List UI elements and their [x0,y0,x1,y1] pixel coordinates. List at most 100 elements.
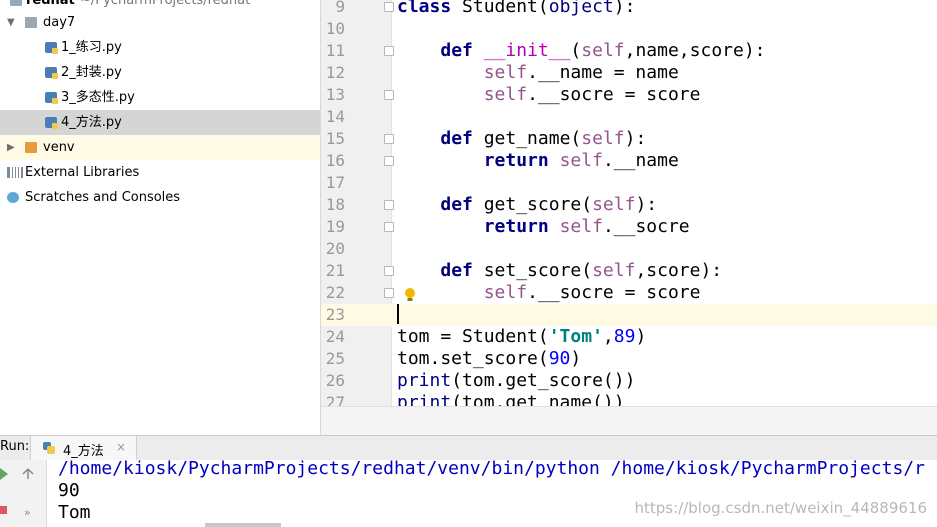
tree-row-scratches[interactable]: Scratches and Consoles [0,185,320,210]
line-number: 11 [325,41,345,60]
folder-icon [10,0,22,6]
code-line[interactable]: 24 tom = Student('Tom',89) [321,326,937,348]
code-line[interactable]: 25 tom.set_score(90) [321,348,937,370]
code-text: return self.__socre [483,216,690,237]
code-text: tom = Student('Tom',89) [397,326,647,347]
fold-marker-icon[interactable] [384,200,394,210]
chevron-right-icon[interactable]: ▶ [7,135,15,160]
code-line[interactable]: 13 self.__socre = score [321,84,937,106]
line-number: 27 [325,393,345,406]
code-line[interactable]: 20 [321,238,937,260]
line-number: 25 [325,349,345,368]
line-number: 13 [325,85,345,104]
code-line-current[interactable]: 23 [321,304,937,326]
tree-row-file-2[interactable]: 2_封装.py [0,60,320,85]
code-text: tom.set_score(90) [397,348,582,369]
code-text: self.__socre = score [483,84,701,105]
fold-marker-icon[interactable] [384,222,394,232]
rerun-icon[interactable] [0,468,8,480]
tree-row-file-4[interactable]: 4_方法.py [0,110,320,135]
code-text: def __init__(self,name,score): [440,40,766,61]
editor-scroll-area[interactable] [321,406,937,436]
tree-row-venv[interactable]: ▶ venv [0,135,320,160]
console-line-output: 90 [58,480,80,501]
chevron-down-icon[interactable]: ▼ [7,10,15,35]
fold-marker-icon[interactable] [384,46,394,56]
library-icon [7,167,23,178]
line-number: 19 [325,217,345,236]
code-line[interactable]: 14 [321,106,937,128]
tree-row-file-1[interactable]: 1_练习.py [0,35,320,60]
line-number: 10 [325,19,345,38]
code-text: print(tom.get_score()) [397,370,636,391]
console-line-output: Tom [58,502,91,523]
code-line[interactable]: 18 def get_score(self): [321,194,937,216]
fold-marker-icon[interactable] [384,288,394,298]
code-editor[interactable]: 9 class Student(object): 10 11 def __ini… [321,0,937,406]
line-number: 23 [325,305,345,324]
python-file-icon [45,67,58,79]
line-number: 9 [335,0,345,16]
code-line[interactable]: 10 [321,18,937,40]
tree-row-label: 3_多态性.py [61,90,135,105]
code-line[interactable]: 16 return self.__name [321,150,937,172]
chevron-double-right-icon[interactable]: » [24,506,31,519]
tree-row-label: day7 [43,15,76,30]
line-number: 16 [325,151,345,170]
tree-row-label: External Libraries [25,165,140,180]
tree-row-label: 1_练习.py [61,40,122,55]
code-line[interactable]: 26 print(tom.get_score()) [321,370,937,392]
run-toolbar: » [0,460,47,527]
code-line[interactable]: 9 class Student(object): [321,0,937,18]
line-number: 24 [325,327,345,346]
code-line[interactable]: 11 def __init__(self,name,score): [321,40,937,62]
close-icon[interactable]: × [116,440,126,454]
line-number: 26 [325,371,345,390]
fold-marker-icon[interactable] [384,134,394,144]
run-tab-label: 4_方法 [63,444,104,459]
console-line-command: /home/kiosk/PycharmProjects/redhat/venv/… [58,460,925,479]
tree-row-label: venv [43,140,75,155]
line-number: 20 [325,239,345,258]
run-label: Run: [0,439,30,454]
tree-row-file-3[interactable]: 3_多态性.py [0,85,320,110]
run-scrollbar[interactable] [205,523,281,527]
code-line[interactable]: 12 self.__name = name [321,62,937,84]
tree-row-label: Scratches and Consoles [25,190,181,205]
fold-marker-icon[interactable] [384,156,394,166]
folder-icon [25,142,37,153]
code-line[interactable]: 15 def get_name(self): [321,128,937,150]
code-text: self.__name = name [483,62,679,83]
folder-icon [25,17,37,28]
python-file-icon [45,42,58,54]
code-text: print(tom.get_name()) [397,392,625,406]
run-tab-4-method[interactable]: 4_方法 × [30,436,137,460]
fold-marker-icon[interactable] [384,90,394,100]
code-line[interactable]: 21 def set_score(self,score): [321,260,937,282]
line-number: 15 [325,129,345,148]
tree-row-day7[interactable]: ▼ day7 [0,10,320,35]
tree-row-external-libraries[interactable]: External Libraries [0,160,320,185]
run-tool-window-header: Run: 4_方法 × [0,435,937,461]
code-text: def get_score(self): [440,194,658,215]
line-number: 22 [325,283,345,302]
run-console-output[interactable]: /home/kiosk/PycharmProjects/redhat/venv/… [47,460,937,527]
code-text: return self.__name [483,150,679,171]
code-text: def set_score(self,score): [440,260,723,281]
lightbulb-icon[interactable] [403,287,417,303]
code-line[interactable]: 17 [321,172,937,194]
fold-marker-icon[interactable] [384,266,394,276]
project-tree-panel: redhat ~/PycharmProjects/redhat ▼ day7 1… [0,0,321,435]
code-line[interactable]: 27 print(tom.get_name()) [321,392,937,406]
stop-icon[interactable] [0,504,8,516]
tree-row-label: 4_方法.py [61,115,122,130]
tree-row-label: 2_封装.py [61,65,122,80]
python-file-icon [45,117,58,129]
line-number: 18 [325,195,345,214]
arrow-up-icon[interactable] [22,468,34,480]
fold-marker-icon[interactable] [384,2,394,12]
python-file-icon [45,92,58,104]
code-line[interactable]: 19 return self.__socre [321,216,937,238]
watermark-text: https://blog.csdn.net/weixin_44889616 [634,499,927,517]
text-caret [397,304,399,324]
